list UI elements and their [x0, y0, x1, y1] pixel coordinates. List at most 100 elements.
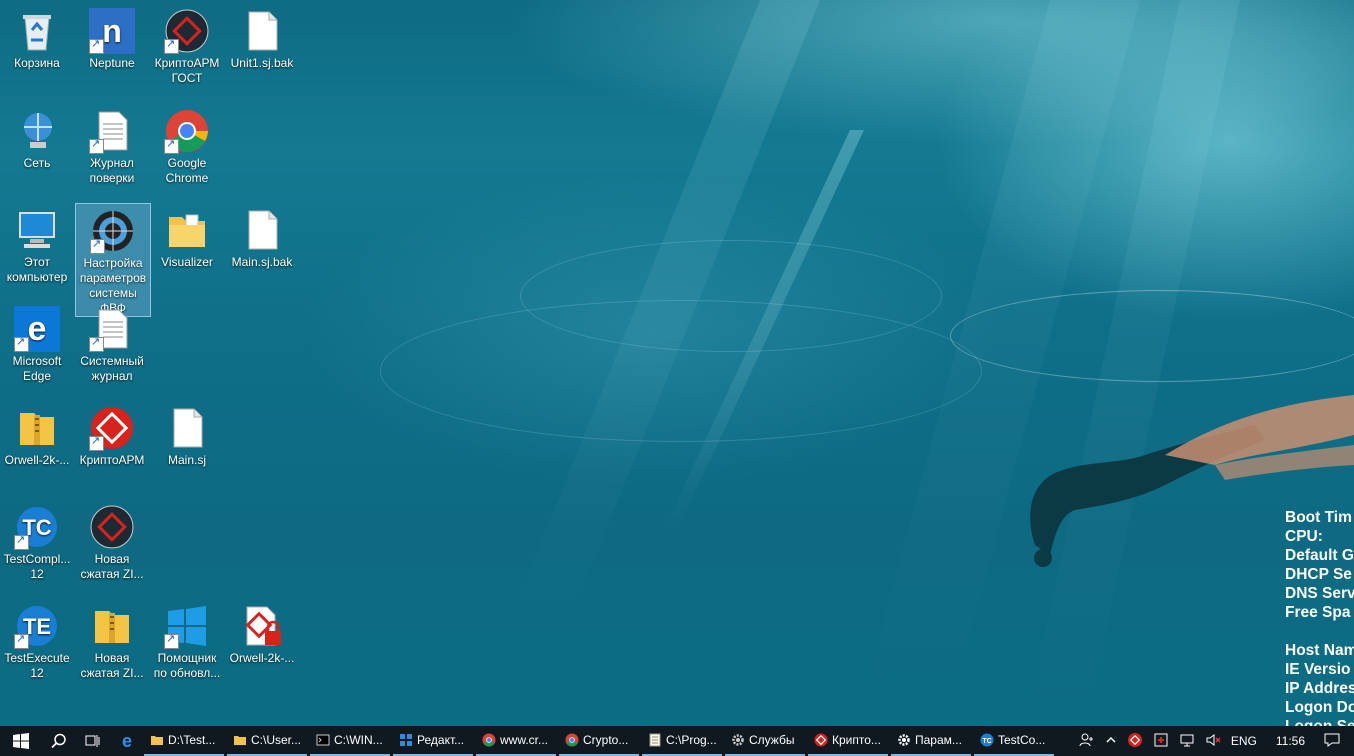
- this-pc-shortcut[interactable]: Этот компьютер: [0, 203, 74, 285]
- shortcut-arrow-icon: [89, 335, 104, 352]
- taskbar: e D:\Test... C:\User... C:\WIN... Редакт…: [0, 726, 1354, 756]
- folder-icon: [151, 736, 163, 745]
- bginfo-line: CPU:: [1285, 528, 1323, 545]
- main-bak-file[interactable]: Main.sj.bak: [225, 203, 299, 270]
- shortcut-arrow-icon: [14, 335, 29, 352]
- taskbar-item-label: Парам...: [915, 733, 962, 747]
- orwell-archive-shortcut[interactable]: Orwell-2k-...: [0, 401, 74, 468]
- icon-label: КриптоАРМ: [79, 453, 145, 467]
- icon-label: Main.sj.bak: [231, 255, 293, 269]
- unit1-bak-file[interactable]: Unit1.sj.bak: [225, 4, 299, 71]
- icon-label: Помощник по обновл...: [153, 651, 221, 680]
- volume-muted-icon[interactable]: [1205, 732, 1221, 751]
- shortcut-arrow-icon: [164, 37, 179, 54]
- cryptoarm-tray-icon[interactable]: [1127, 732, 1143, 751]
- shortcut-arrow-icon: [90, 237, 105, 254]
- taskbar-item-folder-user[interactable]: C:\User...: [227, 726, 307, 756]
- fvf-settings-shortcut[interactable]: Настройка параметров системы ФВФ: [75, 203, 151, 317]
- taskbar-item-chrome-1[interactable]: www.cr...: [476, 726, 556, 756]
- network-tray-icon[interactable]: [1179, 732, 1195, 751]
- icon-label: Visualizer: [161, 255, 213, 269]
- windows-logo-icon: [13, 733, 29, 749]
- editor-icon: [400, 734, 412, 746]
- icon-label: Unit1.sj.bak: [230, 56, 294, 70]
- update-assistant-shortcut[interactable]: Помощник по обновл...: [150, 599, 224, 681]
- network-icon: [24, 113, 52, 148]
- people-icon[interactable]: [1079, 732, 1095, 751]
- edge-shortcut[interactable]: e Microsoft Edge: [0, 302, 74, 384]
- start-button[interactable]: [0, 726, 42, 756]
- testexecute-shortcut[interactable]: TE TestExecute 12: [0, 599, 74, 681]
- shortcut-arrow-icon: [164, 137, 179, 154]
- crypto-icon: [814, 733, 828, 747]
- notification-icon: [1324, 733, 1340, 747]
- icon-label: Новая сжатая ZI...: [80, 651, 144, 680]
- console-icon: [316, 734, 330, 746]
- gear-icon: [732, 734, 744, 746]
- notepad-icon: [649, 733, 661, 747]
- taskbar-item-services[interactable]: Службы: [725, 726, 805, 756]
- taskbar-item-console[interactable]: C:\WIN...: [310, 726, 390, 756]
- main-sj-file[interactable]: Main.sj: [150, 401, 224, 468]
- taskbar-item-settings[interactable]: Парам...: [891, 726, 971, 756]
- security-alert-icon[interactable]: [1153, 732, 1169, 751]
- taskbar-item-folder-test[interactable]: D:\Test...: [144, 726, 224, 756]
- bginfo-line: DNS Serv: [1285, 585, 1354, 602]
- bginfo-line: Host Nam: [1285, 642, 1354, 659]
- network-shortcut[interactable]: Сеть: [0, 104, 74, 171]
- task-view-button[interactable]: [76, 726, 110, 756]
- task-view-icon: [85, 735, 100, 747]
- edge-taskbar-button[interactable]: e: [110, 726, 144, 756]
- taskbar-item-chrome-2[interactable]: Crypto...: [559, 726, 639, 756]
- show-hidden-icons-chevron-up-icon[interactable]: [1105, 734, 1117, 749]
- taskbar-item-notepad[interactable]: C:\Prog...: [642, 726, 722, 756]
- new-zip-shortcut-1[interactable]: Новая сжатая ZI...: [75, 500, 149, 582]
- neptune-shortcut[interactable]: n Neptune: [75, 4, 149, 71]
- taskbar-item-crypto[interactable]: Крипто...: [808, 726, 888, 756]
- taskbar-item-label: C:\Prog...: [666, 733, 717, 747]
- cryptoarm-gost-shortcut[interactable]: КриптоАРМ ГОСТ: [150, 4, 224, 86]
- taskbar-item-label: www.cr...: [500, 733, 549, 747]
- bginfo-line: IP Addres: [1285, 680, 1354, 697]
- system-log-shortcut[interactable]: Системный журнал: [75, 302, 149, 384]
- new-zip-shortcut-2[interactable]: Новая сжатая ZI...: [75, 599, 149, 681]
- bginfo-line: Boot Tim: [1285, 509, 1352, 526]
- bginfo-line: [1285, 622, 1354, 641]
- clock[interactable]: 11:56: [1276, 734, 1305, 748]
- calibration-log-shortcut[interactable]: Журнал поверки: [75, 104, 149, 186]
- taskbar-item-label: D:\Test...: [168, 733, 216, 747]
- visualizer-folder[interactable]: Visualizer: [150, 203, 224, 270]
- icon-label: Этот компьютер: [6, 255, 68, 284]
- shortcut-arrow-icon: [14, 632, 29, 649]
- cryptoarm-shortcut[interactable]: КриптоАРМ: [75, 401, 149, 468]
- search-button[interactable]: [42, 726, 76, 756]
- file-icon: [248, 11, 278, 51]
- taskbar-item-label: C:\User...: [251, 733, 302, 747]
- taskbar-item-label: Crypto...: [583, 733, 629, 747]
- chrome-shortcut[interactable]: Google Chrome: [150, 104, 224, 186]
- icon-label: TestCompl... 12: [3, 552, 71, 581]
- testcomplete-shortcut[interactable]: TC TestCompl... 12: [0, 500, 74, 582]
- bginfo-line: Logon Do: [1285, 699, 1354, 716]
- icon-label: Системный журнал: [80, 354, 144, 383]
- icon-label: Orwell-2k-...: [229, 651, 295, 665]
- orwell-encrypted-file[interactable]: Orwell-2k-...: [225, 599, 299, 666]
- recycle-bin-shortcut[interactable]: Корзина: [0, 4, 74, 71]
- language-indicator[interactable]: ENG: [1231, 734, 1257, 748]
- taskbar-item-label: TestCo...: [998, 733, 1046, 747]
- taskbar-item-testcomplete[interactable]: TC TestCo...: [974, 726, 1054, 756]
- chrome-icon: [482, 733, 496, 747]
- bginfo-panel: Boot Tim CPU: Default G DHCP Se DNS Serv…: [1285, 508, 1354, 736]
- bginfo-line: IE Versio: [1285, 661, 1351, 678]
- action-center-button[interactable]: [1324, 732, 1340, 751]
- file-icon: [173, 408, 203, 448]
- cryptoarm-file-icon: [90, 505, 134, 549]
- taskbar-item-label: C:\WIN...: [334, 733, 383, 747]
- testcomplete-icon: TC: [980, 733, 994, 747]
- shortcut-arrow-icon: [164, 632, 179, 649]
- icon-label: TestExecute 12: [4, 651, 70, 680]
- taskbar-item-editor[interactable]: Редакт...: [393, 726, 473, 756]
- bginfo-line: DHCP Se: [1285, 566, 1352, 583]
- icon-label: Neptune: [89, 56, 135, 70]
- system-tray: ENG 11:56: [1074, 726, 1354, 756]
